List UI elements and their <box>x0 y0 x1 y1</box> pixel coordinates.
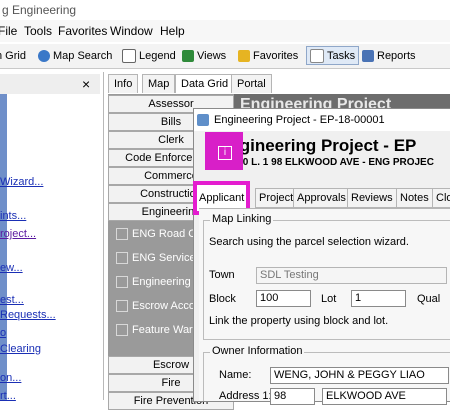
tab-reviews-label: Reviews <box>351 192 393 204</box>
lot-field[interactable]: 1 <box>351 290 406 307</box>
menu-tools[interactable]: Tools <box>24 24 52 38</box>
reports-icon <box>362 50 374 62</box>
menu-bar: File Tools Favorites Window Help <box>0 20 450 42</box>
reports-label: Reports <box>377 50 416 62</box>
map-linking-legend: Map Linking <box>210 213 274 225</box>
toolbar: n Grid Map Search Legend Views Favorites… <box>0 44 450 69</box>
tab-data-grid-label: Data Grid <box>181 78 229 90</box>
task-link-project[interactable]: roject... <box>0 228 36 240</box>
town-label: Town <box>209 269 235 281</box>
views-button[interactable]: Views <box>182 47 226 65</box>
task-link-ints[interactable]: ints... <box>0 210 26 222</box>
reports-button[interactable]: Reports <box>362 47 416 65</box>
map-search-button[interactable]: Map Search <box>38 47 112 65</box>
data-grid-button[interactable]: n Grid <box>0 47 26 65</box>
star-icon <box>238 50 250 62</box>
task-link-rt[interactable]: rt... <box>0 390 16 402</box>
task-link-on[interactable]: on... <box>0 372 21 384</box>
legend-label: Legend <box>139 50 176 62</box>
grid-icon <box>116 252 128 264</box>
tab-notes[interactable]: Notes <box>396 188 433 208</box>
favorites-button[interactable]: Favorites <box>238 47 298 65</box>
tab-reviews[interactable]: Reviews <box>347 188 397 208</box>
grid-icon <box>116 228 128 240</box>
globe-icon <box>38 50 50 62</box>
legend-icon <box>122 49 136 63</box>
close-panel-icon[interactable]: × <box>82 76 90 92</box>
owner-name-field[interactable]: WENG, JOHN & PEGGY LIAO <box>270 367 449 384</box>
task-link-requests[interactable]: Requests... <box>0 309 56 321</box>
task-link-ew[interactable]: ew... <box>0 262 23 274</box>
task-link-est[interactable]: est... <box>0 294 24 306</box>
menu-file[interactable]: File <box>0 24 17 38</box>
sub-item-label: Engineering P <box>132 276 202 288</box>
parcel-search-text: Search using the parcel selection wizard… <box>209 236 409 248</box>
tab-project[interactable]: Project <box>255 188 298 208</box>
grid-icon <box>116 300 128 312</box>
address-1-label: Address 1: <box>219 390 272 402</box>
menu-window[interactable]: Window <box>110 24 153 38</box>
block-lot-link-text: Link the property using block and lot. <box>209 315 389 327</box>
info-icon: i <box>218 146 232 160</box>
tab-approvals[interactable]: Approvals <box>293 188 350 208</box>
task-link-wizard[interactable]: Wizard... <box>0 176 43 188</box>
tab-portal[interactable]: Portal <box>231 74 272 93</box>
dialog-heading: Engineering Project - EP <box>218 136 417 155</box>
owner-information-legend: Owner Information <box>210 345 305 357</box>
sub-item-engineering-project[interactable]: Engineering P <box>116 276 201 288</box>
tab-applicant-label: Applicant <box>199 192 245 204</box>
tab-close-label: Clo <box>436 192 450 204</box>
tab-approvals-label: Approvals <box>297 192 346 204</box>
legend-button[interactable]: Legend <box>122 47 176 65</box>
tab-portal-label: Portal <box>237 78 266 90</box>
qual-label: Qual <box>417 293 441 305</box>
task-link-clearing[interactable]: Clearing <box>0 343 41 355</box>
town-field[interactable]: SDL Testing <box>256 267 447 284</box>
title-bar: g Engineering <box>0 0 450 20</box>
tab-map-label: Map <box>148 78 170 90</box>
tasks-icon <box>310 48 324 63</box>
sub-item-label: Escrow Accou <box>132 300 202 312</box>
dialog-window-title: Engineering Project - EP-18-00001 <box>214 114 385 126</box>
sub-item-eng-road-op[interactable]: ENG Road Op <box>116 228 203 240</box>
block-field[interactable]: 100 <box>256 290 311 307</box>
tab-map[interactable]: Map <box>142 74 176 93</box>
block-label: Block <box>209 293 236 305</box>
views-label: Views <box>197 50 227 62</box>
tab-project-label: Project <box>259 192 294 204</box>
task-link-o[interactable]: o <box>0 327 6 339</box>
app-title: g Engineering <box>2 3 77 17</box>
sub-item-feature-warning[interactable]: Feature Warn <box>116 324 199 336</box>
tab-data-grid[interactable]: Data Grid <box>175 74 235 93</box>
tasks-label: Tasks <box>327 49 356 62</box>
tasks-button[interactable]: Tasks <box>306 46 360 65</box>
address-street-field[interactable]: ELKWOOD AVE <box>322 388 447 405</box>
grid-button-label: n Grid <box>0 50 26 62</box>
sub-item-escrow-account[interactable]: Escrow Accou <box>116 300 201 312</box>
address-number-field[interactable]: 98 <box>270 388 315 405</box>
views-icon <box>182 50 194 62</box>
name-label: Name: <box>219 369 252 381</box>
lot-label: Lot <box>321 293 337 305</box>
tab-info-label: Info <box>114 78 133 90</box>
tab-notes-label: Notes <box>400 192 429 204</box>
favorites-label: Favorites <box>253 50 299 62</box>
grid-icon <box>116 276 128 288</box>
app-window-icon <box>197 114 209 126</box>
menu-help[interactable]: Help <box>160 24 185 38</box>
menu-favorites[interactable]: Favorites <box>58 24 107 38</box>
dialog-subheading: L. 100 L. 1 98 ELKWOOD AVE - ENG PROJEC <box>220 157 434 168</box>
grid-icon <box>116 324 128 336</box>
sub-item-label: Feature Warn <box>132 324 199 336</box>
tab-close[interactable]: Clo <box>432 188 450 208</box>
dialog-title-bar: Engineering Project - EP-18-00001 <box>194 109 450 131</box>
map-search-label: Map Search <box>53 50 113 62</box>
tab-info[interactable]: Info <box>108 74 139 93</box>
